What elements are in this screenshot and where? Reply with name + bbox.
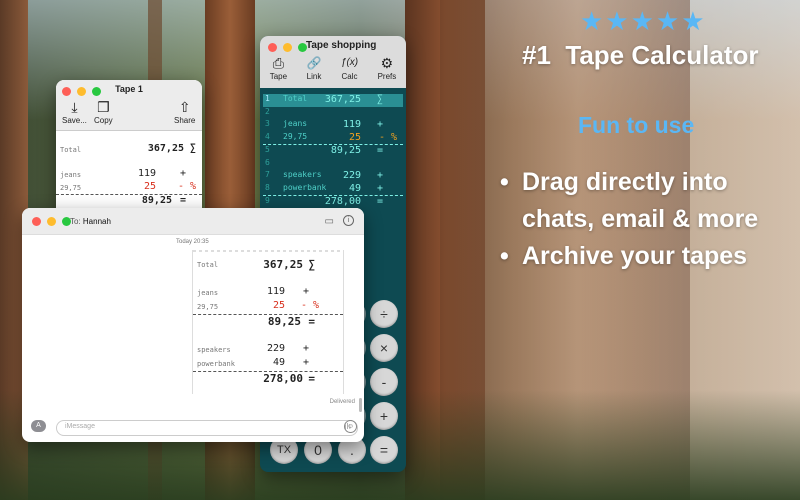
window-titlebar: Tape shopping ⎙ Tape 🔗 Link ƒ(x) Calc ⚙ Pref… — [260, 36, 406, 88]
save-button[interactable]: ⤓ Save... — [62, 98, 87, 125]
traffic-lights — [32, 217, 71, 226]
tape-line[interactable]: 6 — [263, 158, 403, 171]
receipt-row: speakers 229 + — [197, 343, 309, 354]
function-icon: ƒ(x) — [340, 57, 359, 68]
tape1-window: Tape 1 ⤓ Save... ❐ Copy ⇧ Share Total 367,25… — [56, 80, 202, 216]
feature-list: • Drag directly into chats, email & more … — [500, 164, 758, 275]
minimize-button[interactable] — [47, 217, 56, 226]
tape-line[interactable]: 5 89,25 = — [263, 145, 403, 158]
minimize-button[interactable] — [283, 43, 292, 52]
divide-key[interactable]: ÷ — [370, 300, 398, 328]
close-button[interactable] — [32, 217, 41, 226]
rating-stars: ★★★★★ — [580, 6, 707, 36]
receipt-row: 29,75 25- % — [56, 181, 202, 195]
plus-key[interactable]: + — [370, 402, 398, 430]
gear-icon: ⚙ — [380, 55, 394, 71]
feature-item: • Archive your tapes — [500, 242, 748, 270]
message-timestamp: Today 20:35 — [176, 239, 209, 245]
toolbar-calc-button[interactable]: ƒ(x) Calc — [341, 54, 358, 81]
message-input[interactable]: iMessage ıIı — [56, 420, 358, 436]
tape-line[interactable]: 9 278,00 = — [263, 196, 403, 209]
receipt-row: Total 367,25 ∑ — [60, 143, 196, 154]
receipt-row: jeans 119 + — [60, 168, 186, 179]
tape-line[interactable]: 2 — [263, 107, 403, 120]
tape-line[interactable]: 7 speakers 229 + — [263, 170, 403, 183]
link-icon: 🔗 — [306, 56, 322, 70]
window-titlebar: Tape 1 ⤓ Save... ❐ Copy ⇧ Share — [56, 80, 202, 131]
apps-button[interactable]: A — [31, 420, 46, 432]
multiply-key[interactable]: × — [370, 334, 398, 362]
feature-item-continued: chats, email & more — [522, 205, 759, 233]
traffic-lights — [268, 43, 307, 52]
tape-line[interactable]: 4 29,75 25- % — [263, 132, 403, 145]
receipt-row: powerbank 49 + — [193, 357, 343, 372]
message-placeholder: iMessage — [65, 423, 95, 430]
scrollbar[interactable] — [359, 398, 362, 412]
receipt-row: 89,25 = — [267, 315, 315, 328]
delivered-status: Delivered — [329, 399, 355, 405]
tape-message-bubble[interactable]: Total 367,25 ∑ jeans 119 + 29,75 25- % 89,25 =… — [192, 250, 344, 394]
subheadline: Fun to use — [578, 112, 695, 138]
tape-line[interactable]: 1 Total 367,25 ∑ — [263, 94, 403, 107]
copy-button[interactable]: ❐ Copy — [94, 98, 113, 125]
headline: #1 Tape Calculator — [522, 40, 759, 70]
copy-icon: ❐ — [97, 99, 110, 115]
toolbar-link-button[interactable]: 🔗 Link — [307, 54, 322, 81]
close-button[interactable] — [268, 43, 277, 52]
receipt-row: jeans 119 + — [197, 286, 309, 297]
video-call-icon[interactable]: ▭ — [325, 216, 334, 227]
toolbar-prefs-button[interactable]: ⚙ Prefs — [378, 54, 397, 81]
tape-receipt: Total 367,25 ∑ jeans 119 + 29,75 25- % 89,25 = — [56, 131, 202, 208]
share-icon: ⇧ — [178, 99, 191, 115]
share-button[interactable]: ⇧ Share — [174, 98, 195, 125]
receipt-row: 278,00 = — [263, 372, 315, 385]
toolbar-tape-button[interactable]: ⎙ Tape — [270, 54, 287, 81]
recipient-name: Hannah — [82, 217, 111, 226]
tape-line[interactable]: 3 jeans 119 + — [263, 119, 403, 132]
tape-line[interactable]: 8 powerbank 49 + — [263, 183, 403, 196]
tape-icon: ⎙ — [272, 55, 284, 71]
emoji-icon[interactable]: ☺ — [344, 420, 357, 433]
tape-lines: 1 Total 367,25 ∑ 2 3 jeans 119 + 4 29,75 25- % 5… — [263, 94, 403, 209]
tape-receipt: Total 367,25 ∑ jeans 119 + 29,75 25- % 89,25 =… — [193, 250, 343, 386]
receipt-row: 29,75 25- % — [193, 300, 343, 315]
receipt-row: 89,25 = — [141, 195, 186, 206]
window-title: Tape shopping — [306, 40, 377, 51]
toolbar: ⎙ Tape 🔗 Link ƒ(x) Calc ⚙ Prefs — [260, 54, 406, 81]
receipt-row: Total 367,25 ∑ — [197, 258, 315, 271]
recipient-field[interactable]: To: Hannah — [70, 217, 111, 226]
window-title: Tape 1 — [115, 84, 143, 94]
minus-key[interactable]: - — [370, 368, 398, 396]
save-icon: ⤓ — [71, 99, 78, 115]
info-icon[interactable]: i — [343, 215, 354, 226]
equals-key[interactable]: = — [370, 436, 398, 464]
messages-window: To: Hannah ▭ i Today 20:35 Total 367,25 ∑ … — [22, 208, 364, 442]
feature-item: • Drag directly into — [500, 168, 728, 196]
window-titlebar: To: Hannah ▭ i — [22, 208, 364, 235]
